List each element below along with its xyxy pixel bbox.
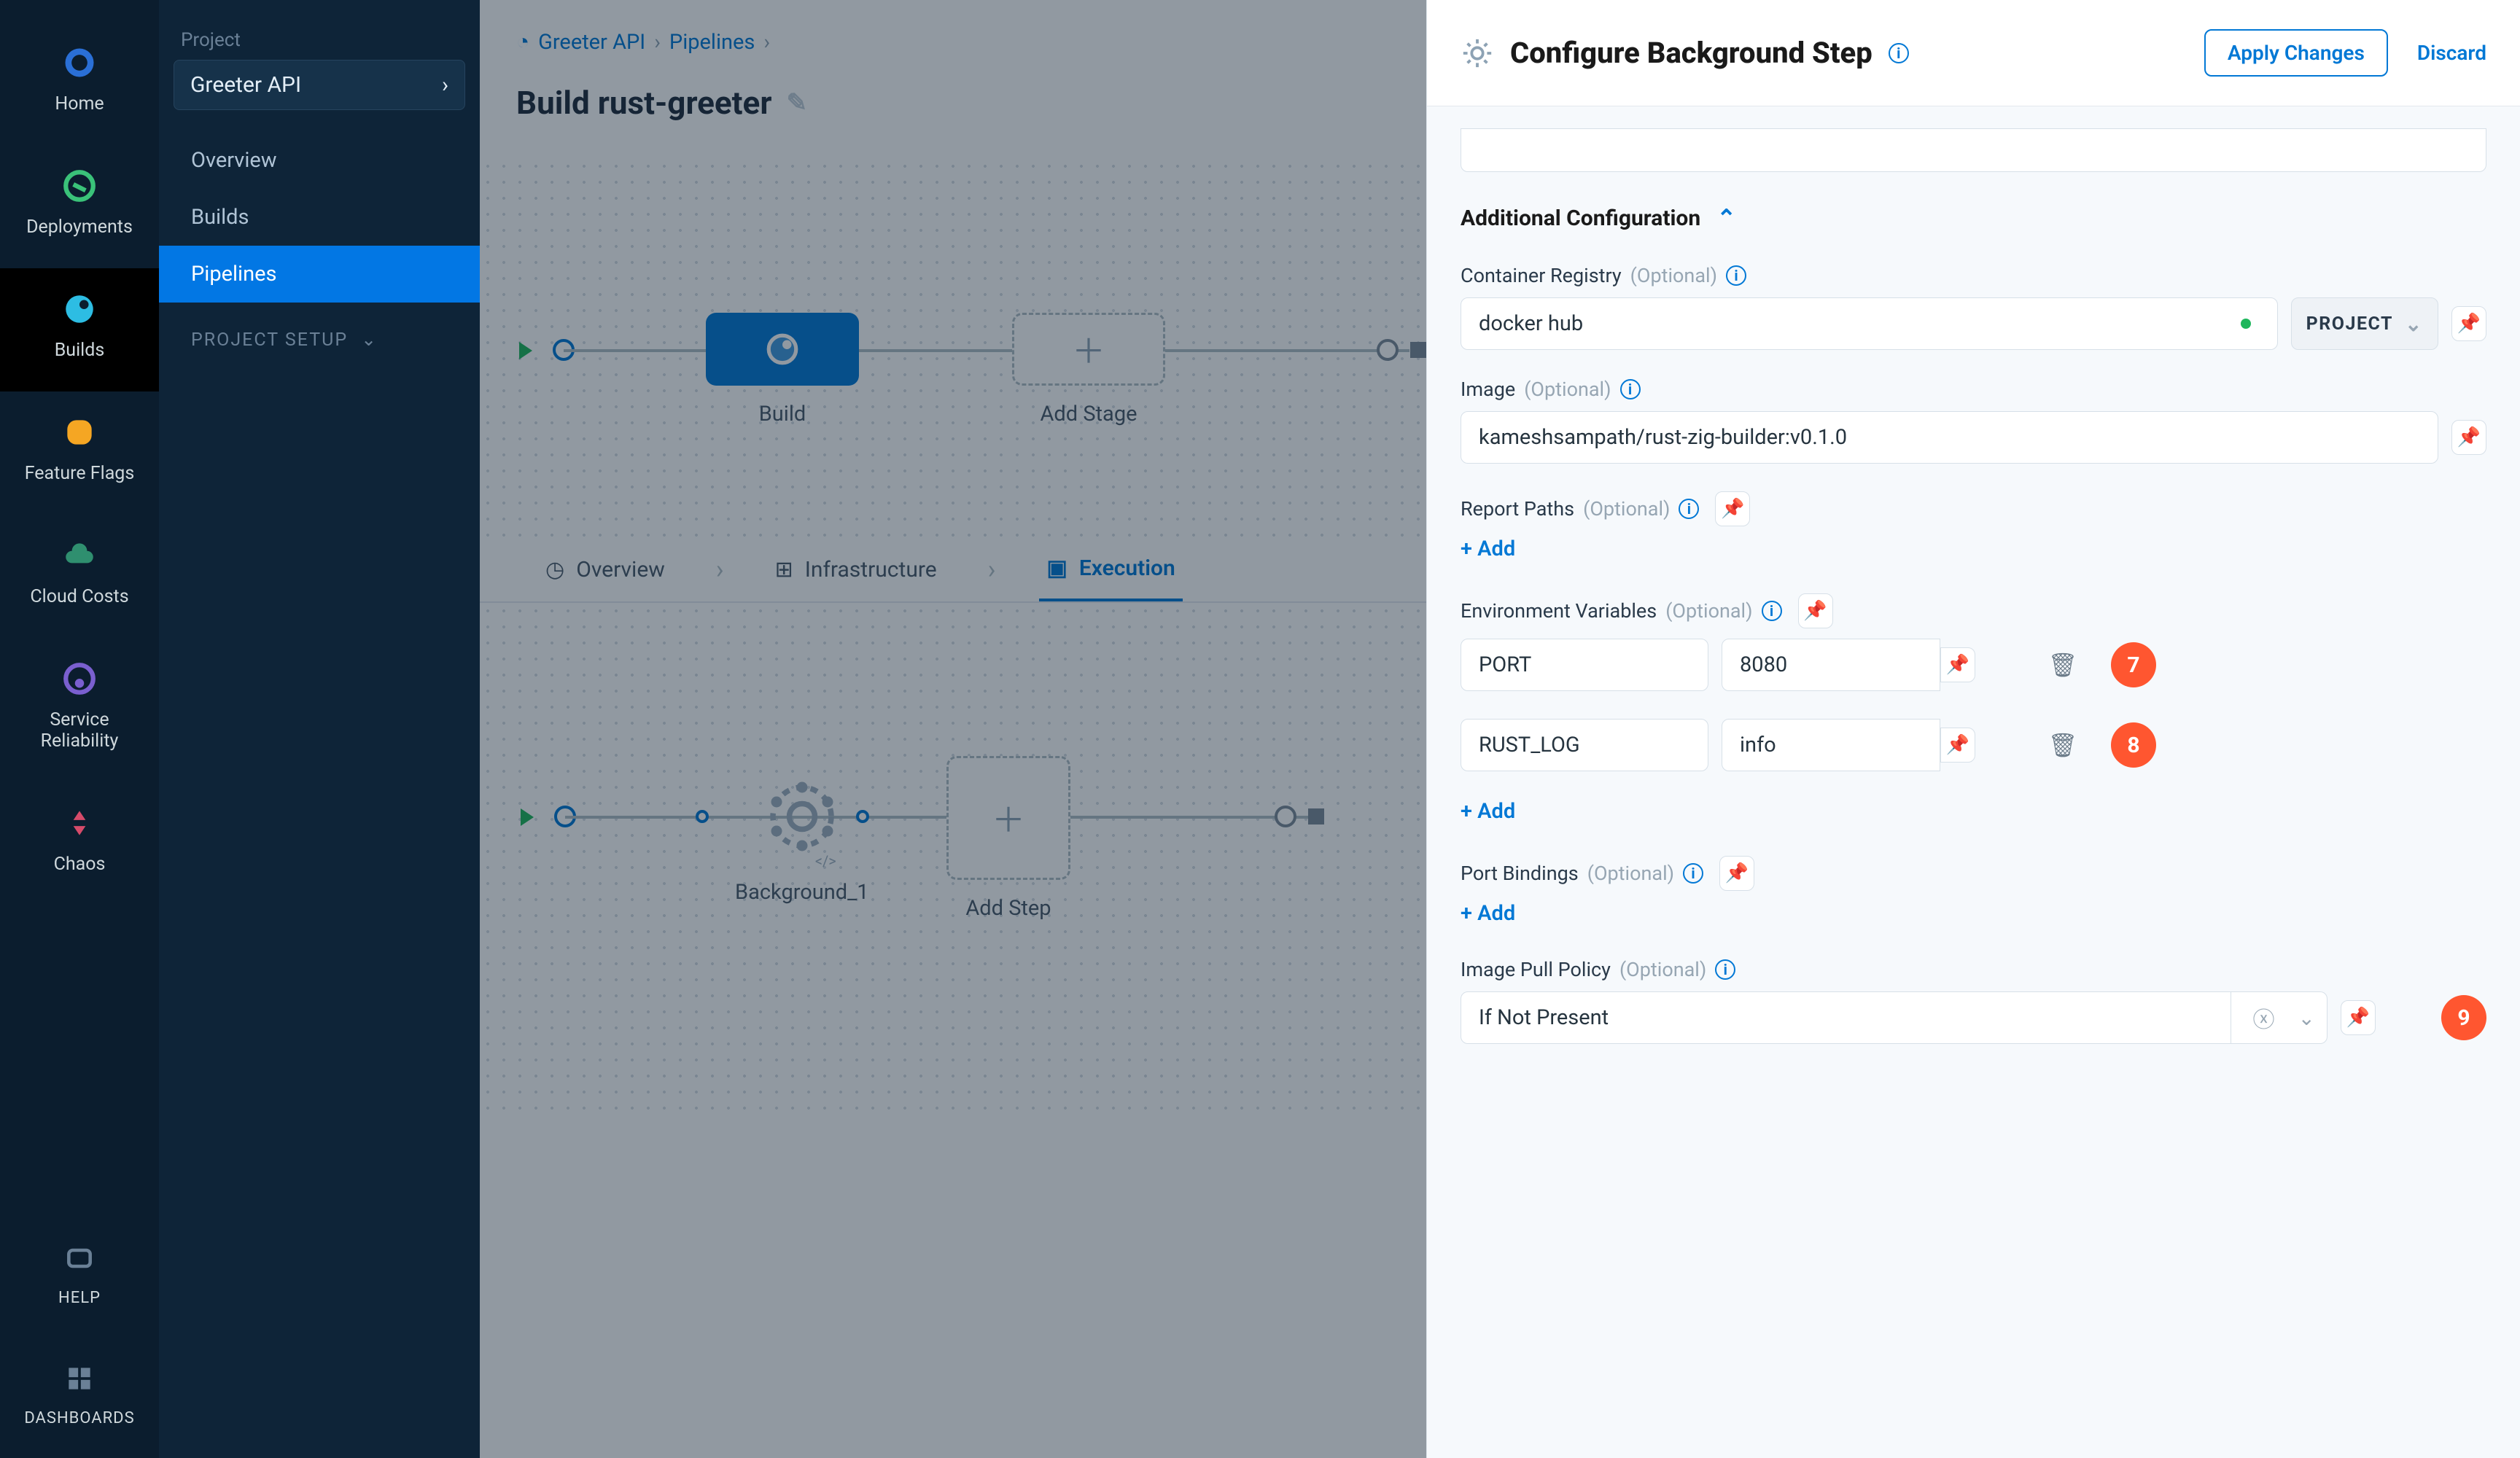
chevron-up-icon: ⌃ [1716,204,1736,232]
rail-dashboards[interactable]: DASHBOARDS [0,1338,159,1458]
callout-badge: 8 [2111,722,2156,768]
chevron-down-icon: ⌄ [2405,312,2423,336]
env-var-row: PORT 8080 📌 🗑 7 [1461,639,2486,691]
home-icon [59,42,100,83]
rail-sr-label: Service Reliability [41,709,119,752]
project-setup-toggle[interactable]: PROJECT SETUP ⌄ [159,303,480,377]
add-port-binding-button[interactable]: + Add [1461,901,2486,926]
rail-ff-label: Feature Flags [25,463,135,484]
rail-cc-label: Cloud Costs [30,586,128,607]
pin-button[interactable]: 📌 [1798,593,1833,628]
image-pull-policy-label: Image Pull Policy (Optional) i [1461,958,2486,981]
pin-button[interactable]: 📌 [2451,306,2486,341]
pin-button[interactable]: 📌 [2451,420,2486,455]
image-input[interactable]: kameshsampath/rust-zig-builder:v0.1.0 [1461,411,2438,464]
pin-button[interactable]: 📌 [1940,728,1975,763]
info-icon[interactable]: i [1889,43,1909,63]
rail-cloud-costs[interactable]: Cloud Costs [0,515,159,638]
image-pull-policy-select[interactable]: If Not Present [1461,991,2231,1044]
add-report-path-button[interactable]: + Add [1461,537,2486,561]
gear-icon [1461,36,1494,70]
main-canvas-area: ◔ Greeter API › Pipelines › Build rust-g… [480,0,2520,1458]
rail-service-reliability[interactable]: Service Reliability [0,638,159,782]
chevron-down-icon: ⌄ [361,329,378,351]
pin-button[interactable]: 📌 [2341,1000,2376,1035]
app-icon-rail: Home Deployments Builds Feature Flags Cl… [0,0,159,1458]
delete-env-var-button[interactable]: 🗑 [2045,647,2080,682]
collapsed-prev-field[interactable] [1461,128,2486,172]
drawer-title-text: Configure Background Step [1510,36,1872,70]
info-icon[interactable]: i [1679,499,1699,519]
chaos-icon [59,803,100,843]
rail-feature-flags[interactable]: Feature Flags [0,391,159,515]
deployments-icon [59,165,100,206]
env-value-input[interactable]: info [1722,719,1940,771]
port-bindings-label: Port Bindings (Optional) i 📌 [1461,856,2486,891]
rail-help[interactable]: HELP [0,1217,159,1338]
pin-button[interactable]: 📌 [1715,491,1750,526]
container-registry-value: docker hub [1479,311,1583,336]
info-icon[interactable]: i [1715,959,1735,980]
container-registry-label: Container Registry (Optional) i [1461,264,2486,287]
env-vars-label: Environment Variables (Optional) i 📌 [1461,593,2486,628]
sidebar-item-builds[interactable]: Builds [159,189,480,246]
rail-deployments-label: Deployments [26,217,133,238]
env-var-row: RUST_LOG info 📌 🗑 8 [1461,719,2486,771]
callout-badge: 9 [2441,995,2486,1040]
delete-env-var-button[interactable]: 🗑 [2045,728,2080,763]
reliability-icon [59,658,100,699]
rail-help-label: HELP [58,1289,101,1307]
builds-icon [59,289,100,330]
status-dot-icon [2241,319,2251,329]
rail-home[interactable]: Home [0,22,159,145]
registry-scope-select[interactable]: PROJECT ⌄ [2291,297,2438,350]
image-value: kameshsampath/rust-zig-builder:v0.1.0 [1479,425,1847,450]
registry-scope-value: PROJECT [2306,313,2393,335]
discard-button[interactable]: Discard [2417,41,2486,65]
additional-config-section[interactable]: Additional Configuration ⌃ [1461,204,2486,232]
project-name: Greeter API [190,72,301,98]
rail-chaos[interactable]: Chaos [0,782,159,905]
help-icon [59,1238,100,1279]
rail-dash-label: DASHBOARDS [24,1409,134,1427]
add-env-var-button[interactable]: + Add [1461,799,2486,824]
dashboards-icon [59,1358,100,1399]
env-value-input[interactable]: 8080 [1722,639,1940,691]
configure-step-drawer: Configure Background Step i Apply Change… [1426,0,2520,1458]
rail-builds-label: Builds [55,340,105,361]
info-icon[interactable]: i [1683,863,1703,884]
flag-icon [59,412,100,453]
rail-builds[interactable]: Builds [0,268,159,391]
callout-badge: 7 [2111,642,2156,687]
rail-home-label: Home [55,93,104,114]
pin-button[interactable]: 📌 [1940,647,1975,682]
drawer-header: Configure Background Step i Apply Change… [1427,0,2520,106]
rail-deployments[interactable]: Deployments [0,145,159,268]
apply-changes-button[interactable]: Apply Changes [2204,29,2388,77]
pin-button[interactable]: 📌 [1719,856,1754,891]
chevron-right-icon: › [442,72,448,98]
section-title-text: Additional Configuration [1461,206,1700,231]
report-paths-label: Report Paths (Optional) i 📌 [1461,491,2486,526]
clear-icon[interactable]: ⓧ [2243,1002,2285,1034]
sidebar-item-overview[interactable]: Overview [159,132,480,189]
info-icon[interactable]: i [1620,379,1641,399]
sidebar-item-pipelines[interactable]: Pipelines [159,246,480,303]
chevron-down-icon[interactable]: ⌄ [2298,1006,2315,1030]
env-key-input[interactable]: PORT [1461,639,1708,691]
cloud-icon [59,535,100,576]
project-setup-label: PROJECT SETUP [191,330,348,351]
rail-chaos-label: Chaos [54,854,106,875]
drawer-body[interactable]: Additional Configuration ⌃ Container Reg… [1427,106,2520,1458]
project-label: Project [159,29,480,60]
image-label: Image (Optional) i [1461,378,2486,401]
env-key-input[interactable]: RUST_LOG [1461,719,1708,771]
info-icon[interactable]: i [1726,265,1746,286]
info-icon[interactable]: i [1762,601,1782,621]
container-registry-select[interactable]: docker hub [1461,297,2278,350]
project-selector[interactable]: Greeter API › [174,60,465,110]
project-sidebar: Project Greeter API › Overview Builds Pi… [159,0,480,1458]
